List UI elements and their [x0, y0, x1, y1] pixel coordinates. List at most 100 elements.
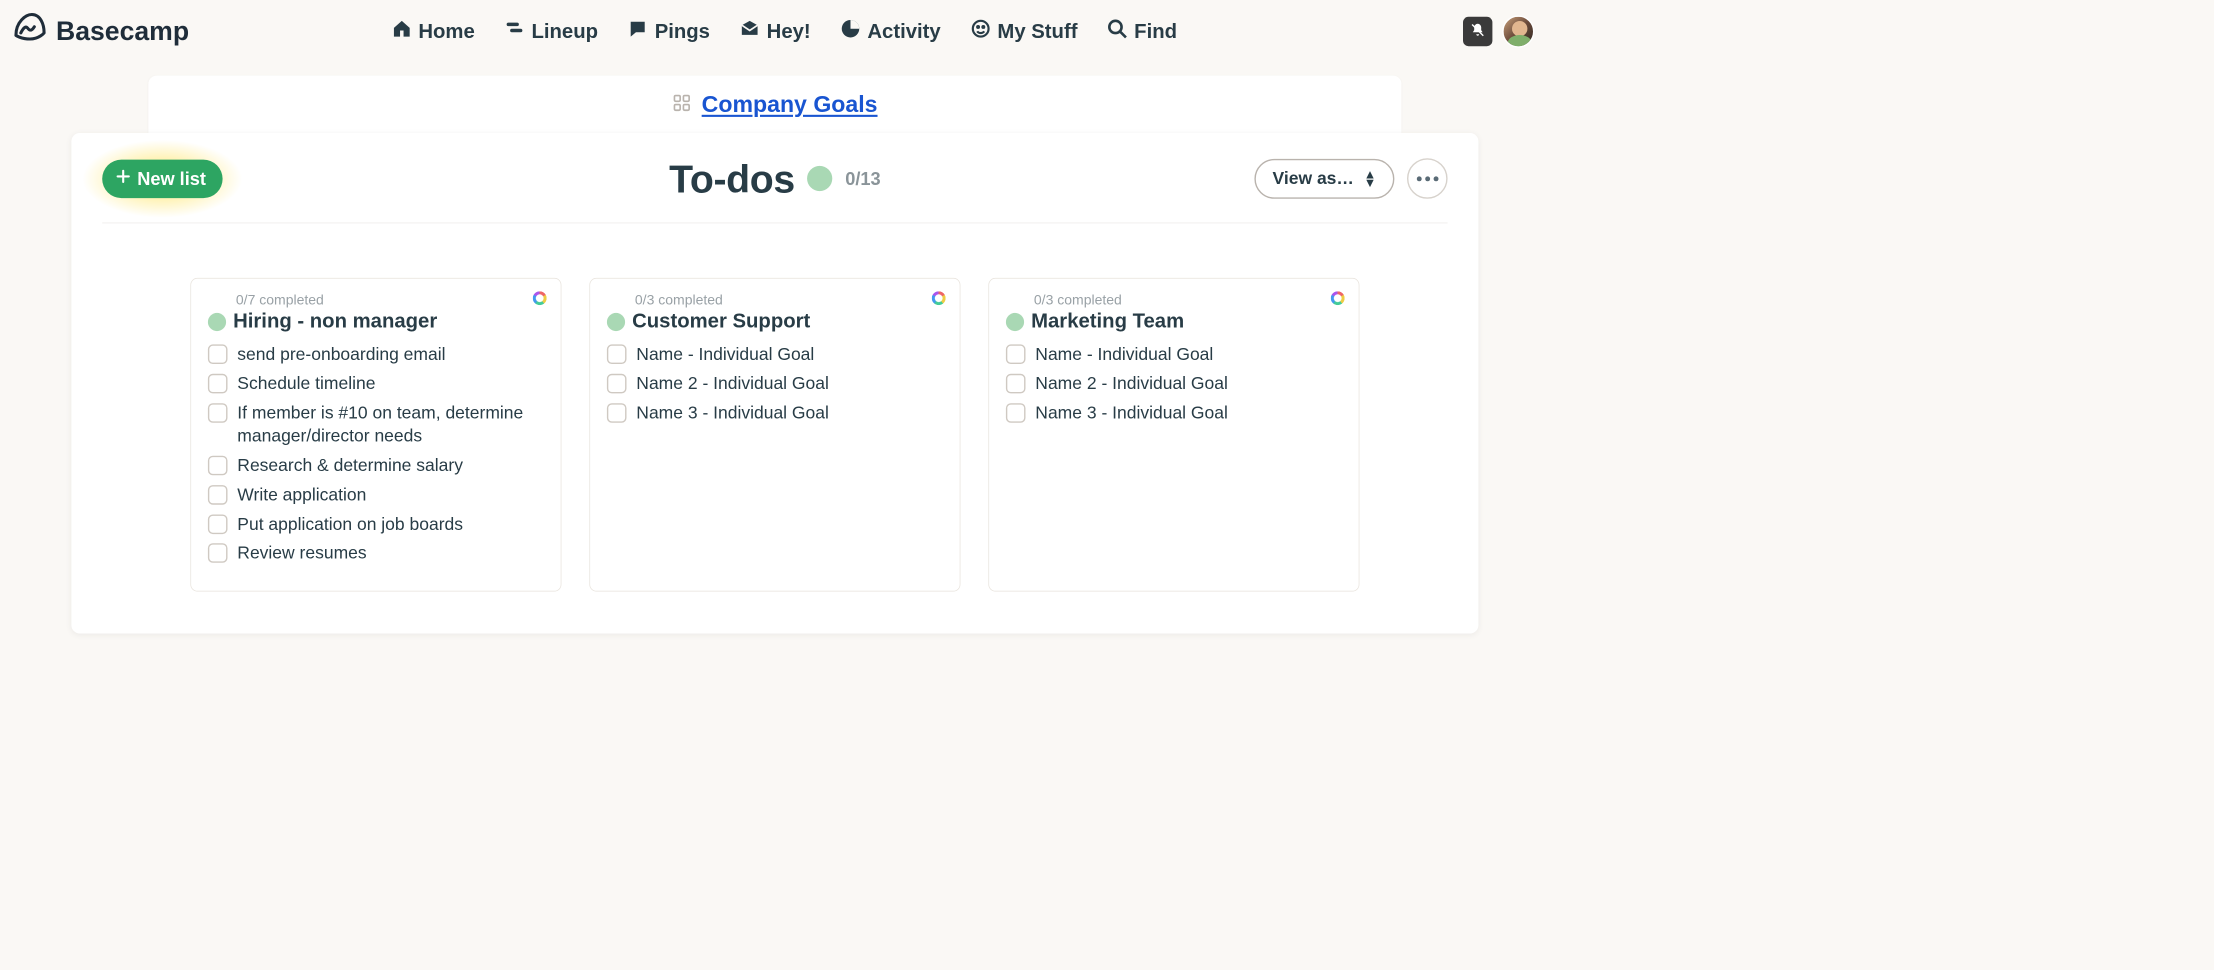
- checkbox[interactable]: [208, 344, 228, 364]
- grid-icon: [672, 93, 692, 116]
- todo-text: Review resumes: [237, 542, 366, 566]
- list-completed-count: 0/3 completed: [1034, 293, 1342, 309]
- main-header: New list To-dos 0/13 View as… ▲▼: [102, 158, 1447, 223]
- nav-lineup-label: Lineup: [531, 20, 598, 43]
- lineup-icon: [504, 18, 525, 45]
- todo-item[interactable]: Name - Individual Goal: [607, 343, 943, 367]
- todo-item[interactable]: Name 2 - Individual Goal: [1006, 372, 1342, 396]
- nav-links: Home Lineup Pings Hey! Activity: [112, 18, 1456, 45]
- todo-list-card: 0/7 completed Hiring - non manager send …: [190, 278, 561, 592]
- checkbox[interactable]: [607, 403, 627, 423]
- todo-text: Name - Individual Goal: [1035, 343, 1213, 367]
- todo-list-card: 0/3 completed Marketing Team Name - Indi…: [988, 278, 1359, 592]
- nav-mystuff[interactable]: My Stuff: [970, 18, 1077, 45]
- checkbox[interactable]: [208, 514, 228, 534]
- nav-find-label: Find: [1134, 20, 1177, 43]
- checkbox[interactable]: [208, 374, 228, 394]
- project-header-card: Company Goals: [148, 76, 1401, 136]
- todo-item[interactable]: Review resumes: [208, 542, 544, 566]
- checkbox[interactable]: [607, 344, 627, 364]
- more-options-button[interactable]: [1407, 158, 1448, 199]
- todo-item[interactable]: If member is #10 on team, determine mana…: [208, 401, 544, 448]
- checkbox[interactable]: [208, 456, 228, 476]
- todo-lists: 0/7 completed Hiring - non manager send …: [102, 278, 1447, 592]
- nav-find[interactable]: Find: [1107, 18, 1177, 45]
- project-link[interactable]: Company Goals: [702, 91, 878, 118]
- todo-item[interactable]: Name 3 - Individual Goal: [607, 401, 943, 425]
- todo-item[interactable]: send pre-onboarding email: [208, 343, 544, 367]
- todo-item[interactable]: Research & determine salary: [208, 454, 544, 478]
- todo-item[interactable]: Name 2 - Individual Goal: [607, 372, 943, 396]
- nav-pings-label: Pings: [655, 20, 710, 43]
- page-title: To-dos: [669, 156, 795, 202]
- pings-icon: [627, 18, 648, 45]
- nav-home-label: Home: [418, 20, 474, 43]
- nav-mystuff-label: My Stuff: [997, 20, 1077, 43]
- todo-text: Name 2 - Individual Goal: [636, 372, 829, 396]
- ellipsis-icon: [1416, 176, 1438, 181]
- list-progress-dot: [1006, 313, 1024, 331]
- bell-off-icon: [1469, 21, 1486, 41]
- todo-text: Name - Individual Goal: [636, 343, 814, 367]
- list-title[interactable]: Hiring - non manager: [233, 310, 437, 333]
- todo-text: Put application on job boards: [237, 513, 463, 537]
- list-completed-count: 0/7 completed: [236, 293, 544, 309]
- activity-icon: [840, 18, 861, 45]
- top-nav: Basecamp Home Lineup Pings Hey!: [0, 0, 1550, 63]
- main-card: New list To-dos 0/13 View as… ▲▼ 0/7 com…: [71, 133, 1478, 634]
- nav-activity-label: Activity: [867, 20, 940, 43]
- list-progress-dot: [208, 313, 226, 331]
- avatar[interactable]: [1502, 15, 1534, 47]
- basecamp-logo-icon: [10, 8, 49, 54]
- todo-item[interactable]: Name - Individual Goal: [1006, 343, 1342, 367]
- checkbox[interactable]: [208, 485, 228, 505]
- nav-home[interactable]: Home: [391, 18, 475, 45]
- todo-item[interactable]: Put application on job boards: [208, 513, 544, 537]
- todo-list-card: 0/3 completed Customer Support Name - In…: [589, 278, 960, 592]
- progress-count: 0/13: [845, 168, 880, 190]
- notifications-button[interactable]: [1463, 17, 1492, 46]
- checkbox[interactable]: [208, 403, 228, 423]
- checkbox[interactable]: [607, 374, 627, 394]
- todo-text: Schedule timeline: [237, 372, 375, 396]
- list-title[interactable]: Customer Support: [632, 310, 810, 333]
- todo-text: If member is #10 on team, determine mana…: [237, 401, 544, 448]
- todo-item[interactable]: Schedule timeline: [208, 372, 544, 396]
- todo-text: Name 3 - Individual Goal: [636, 401, 829, 425]
- new-list-label: New list: [137, 168, 206, 190]
- hey-icon: [739, 18, 760, 45]
- list-progress-dot: [607, 313, 625, 331]
- nav-lineup[interactable]: Lineup: [504, 18, 598, 45]
- new-list-button[interactable]: New list: [102, 159, 223, 198]
- checkbox[interactable]: [1006, 344, 1026, 364]
- breadcrumb: Company Goals: [672, 91, 877, 118]
- hill-chart-icon[interactable]: [533, 291, 547, 305]
- hill-chart-icon[interactable]: [932, 291, 946, 305]
- checkbox[interactable]: [208, 543, 228, 563]
- todo-item[interactable]: Write application: [208, 484, 544, 508]
- view-as-label: View as…: [1273, 168, 1354, 188]
- todo-text: send pre-onboarding email: [237, 343, 445, 367]
- view-as-button[interactable]: View as… ▲▼: [1254, 159, 1394, 199]
- list-completed-count: 0/3 completed: [635, 293, 943, 309]
- nav-hey[interactable]: Hey!: [739, 18, 810, 45]
- todo-text: Name 2 - Individual Goal: [1035, 372, 1228, 396]
- todo-text: Name 3 - Individual Goal: [1035, 401, 1228, 425]
- todo-text: Write application: [237, 484, 366, 508]
- search-icon: [1107, 18, 1128, 45]
- top-nav-right: [1463, 15, 1534, 47]
- nav-activity[interactable]: Activity: [840, 18, 941, 45]
- list-title[interactable]: Marketing Team: [1031, 310, 1184, 333]
- plus-icon: [115, 168, 132, 190]
- todo-item[interactable]: Name 3 - Individual Goal: [1006, 401, 1342, 425]
- hill-chart-icon[interactable]: [1331, 291, 1345, 305]
- checkbox[interactable]: [1006, 403, 1026, 423]
- page-title-wrap: To-dos 0/13: [669, 156, 880, 202]
- nav-hey-label: Hey!: [767, 20, 811, 43]
- checkbox[interactable]: [1006, 374, 1026, 394]
- todo-text: Research & determine salary: [237, 454, 463, 478]
- mystuff-icon: [970, 18, 991, 45]
- nav-pings[interactable]: Pings: [627, 18, 710, 45]
- sort-icon: ▲▼: [1364, 170, 1376, 187]
- progress-dot: [807, 166, 832, 191]
